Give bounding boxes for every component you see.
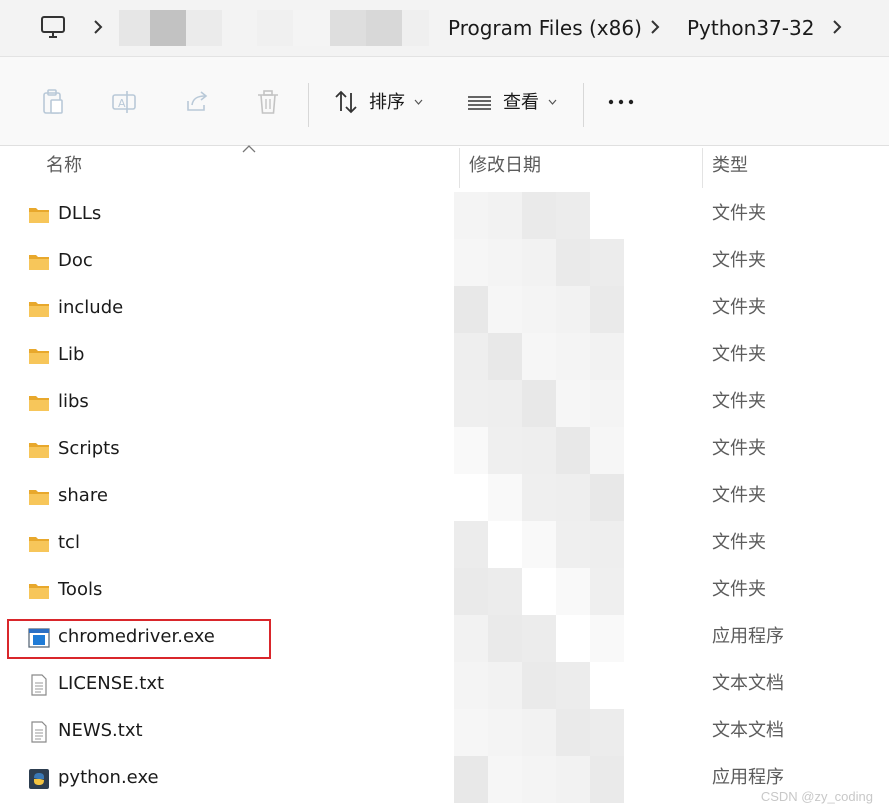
file-type: 文件夹 (712, 344, 766, 365)
chevron-right-icon[interactable] (649, 18, 661, 36)
chevron-down-icon (548, 99, 557, 105)
file-type: 文本文档 (712, 673, 784, 694)
folder-icon (28, 298, 50, 320)
folder-icon (28, 251, 50, 273)
obscured-modified-date (454, 474, 624, 521)
folder-icon (28, 392, 50, 414)
file-row[interactable]: python.exe 应用程序 (0, 756, 889, 803)
obscured-modified-date (454, 286, 624, 333)
rename-icon[interactable]: A (109, 87, 139, 117)
file-name: DLLs (58, 203, 102, 224)
obscured-modified-date (454, 662, 624, 709)
sort-icon (335, 90, 357, 114)
chevron-right-icon[interactable] (92, 18, 104, 36)
obscured-modified-date (454, 615, 624, 662)
file-row[interactable]: LICENSE.txt 文本文档 (0, 662, 889, 709)
text-document-icon (28, 674, 50, 696)
file-row[interactable]: Tools 文件夹 (0, 568, 889, 615)
file-row[interactable]: share 文件夹 (0, 474, 889, 521)
obscured-modified-date (454, 192, 624, 239)
sort-label: 排序 (369, 92, 405, 113)
share-icon[interactable] (182, 87, 212, 117)
folder-icon (28, 580, 50, 602)
folder-icon (28, 345, 50, 367)
highlight-annotation (7, 619, 271, 659)
file-type: 应用程序 (712, 767, 784, 788)
breadcrumb-python37[interactable]: Python37-32 (687, 14, 814, 42)
obscured-modified-date (454, 239, 624, 286)
svg-text:A: A (118, 97, 126, 110)
file-type: 文件夹 (712, 532, 766, 553)
file-row[interactable]: Scripts 文件夹 (0, 427, 889, 474)
address-bar[interactable]: Program Files (x86) Python37-32 (0, 0, 889, 57)
watermark: CSDN @zy_coding (760, 789, 873, 804)
file-name: Lib (58, 344, 85, 365)
obscured-modified-date (454, 333, 624, 380)
obscured-modified-date (454, 521, 624, 568)
folder-icon (28, 486, 50, 508)
command-bar: A 排序 查看 (0, 57, 889, 146)
file-name: Scripts (58, 438, 120, 459)
text-document-icon (28, 721, 50, 743)
python-icon (28, 768, 50, 790)
file-type: 文本文档 (712, 720, 784, 741)
file-name: include (58, 297, 124, 318)
delete-icon[interactable] (253, 87, 283, 117)
file-type: 文件夹 (712, 203, 766, 224)
file-name: tcl (58, 532, 80, 553)
file-type: 文件夹 (712, 438, 766, 459)
file-type: 文件夹 (712, 391, 766, 412)
folder-icon (28, 204, 50, 226)
file-row[interactable]: Lib 文件夹 (0, 333, 889, 380)
file-name: libs (58, 391, 89, 412)
column-header-name[interactable]: 名称 (46, 153, 82, 179)
chevron-right-icon[interactable] (831, 18, 843, 36)
obscured-modified-date (454, 568, 624, 615)
file-row[interactable]: Doc 文件夹 (0, 239, 889, 286)
folder-icon (28, 439, 50, 461)
chevron-down-icon (414, 99, 423, 105)
obscured-modified-date (454, 380, 624, 427)
file-row[interactable]: DLLs 文件夹 (0, 192, 889, 239)
file-name: LICENSE.txt (58, 673, 165, 694)
file-type: 应用程序 (712, 626, 784, 647)
file-row[interactable]: include 文件夹 (0, 286, 889, 333)
file-name: Doc (58, 250, 93, 271)
view-list-icon (468, 96, 491, 110)
file-type: 文件夹 (712, 485, 766, 506)
column-header-modified[interactable]: 修改日期 (469, 153, 541, 179)
breadcrumb-program-files[interactable]: Program Files (x86) (448, 14, 642, 42)
file-row[interactable]: NEWS.txt 文本文档 (0, 709, 889, 756)
file-type: 文件夹 (712, 579, 766, 600)
file-name: NEWS.txt (58, 720, 143, 741)
file-name: Tools (58, 579, 103, 600)
obscured-modified-date (454, 427, 624, 474)
folder-icon (28, 533, 50, 555)
file-name: share (58, 485, 108, 506)
column-header-type[interactable]: 类型 (712, 153, 748, 179)
paste-icon[interactable] (38, 87, 68, 117)
file-type: 文件夹 (712, 250, 766, 271)
file-name: python.exe (58, 767, 159, 788)
file-row[interactable]: libs 文件夹 (0, 380, 889, 427)
obscured-modified-date (454, 756, 624, 803)
column-divider[interactable] (459, 148, 460, 188)
obscured-modified-date (454, 709, 624, 756)
toolbar-divider (583, 83, 584, 127)
file-row[interactable]: tcl 文件夹 (0, 521, 889, 568)
column-divider[interactable] (702, 148, 703, 188)
more-options-icon[interactable] (607, 87, 637, 117)
toolbar-divider (308, 83, 309, 127)
sort-ascending-icon (242, 145, 256, 153)
this-pc-icon[interactable] (40, 14, 66, 40)
view-label: 查看 (503, 92, 539, 113)
file-type: 文件夹 (712, 297, 766, 318)
obscured-breadcrumb (119, 10, 429, 46)
